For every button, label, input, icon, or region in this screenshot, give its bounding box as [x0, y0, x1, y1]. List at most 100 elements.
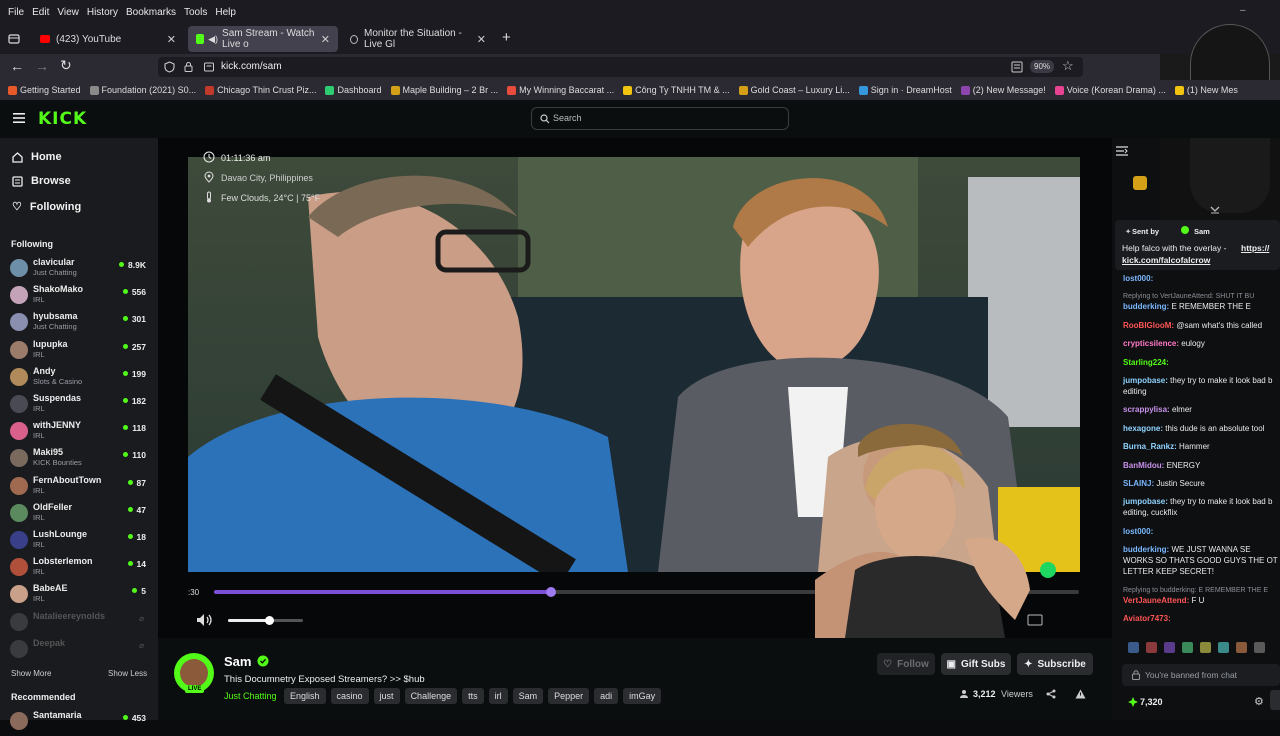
- following-item[interactable]: withJENNY IRL 118: [10, 420, 150, 446]
- channel-points-icon[interactable]: [1128, 697, 1138, 707]
- following-item[interactable]: OldFeller IRL 47: [10, 502, 150, 528]
- chat-username[interactable]: lost000:: [1123, 274, 1153, 283]
- close-tab-icon[interactable]: ✕: [321, 33, 330, 46]
- following-item[interactable]: clavicular Just Chatting 8.9K: [10, 257, 150, 283]
- bookmark-item[interactable]: (2) New Message!: [960, 85, 1046, 95]
- menu-tools[interactable]: Tools: [184, 7, 207, 18]
- following-item[interactable]: LushLounge IRL 18: [10, 529, 150, 555]
- volume-icon[interactable]: [196, 613, 214, 627]
- following-item[interactable]: Suspendas IRL 182: [10, 393, 150, 419]
- share-icon[interactable]: [1046, 689, 1056, 699]
- back-icon[interactable]: ←: [10, 58, 24, 74]
- following-item[interactable]: Andy Slots & Casino 199: [10, 366, 150, 392]
- zoom-level[interactable]: 90%: [1030, 60, 1055, 73]
- nav-browse[interactable]: Browse: [12, 175, 71, 187]
- page-info-icon[interactable]: [204, 62, 214, 72]
- bookmark-item[interactable]: Foundation (2021) S0...: [89, 85, 196, 95]
- search-input[interactable]: Search: [531, 107, 789, 130]
- gear-icon[interactable]: ⚙: [1254, 695, 1264, 708]
- following-item[interactable]: Lobsterlemon IRL 14: [10, 556, 150, 582]
- tag-pill[interactable]: Pepper: [548, 688, 590, 704]
- chat-input[interactable]: You're banned from chat: [1122, 664, 1280, 686]
- reload-icon[interactable]: ↻: [60, 57, 72, 74]
- nav-home[interactable]: Home: [12, 151, 62, 163]
- kick-logo[interactable]: KICK: [38, 109, 87, 129]
- chat-username[interactable]: Aviator7473:: [1123, 614, 1171, 623]
- show-more-button[interactable]: Show More: [11, 669, 51, 678]
- gift-subs-button[interactable]: ▣ Gift Subs: [941, 653, 1011, 675]
- tag-pill[interactable]: just: [373, 688, 400, 704]
- bookmark-item[interactable]: Voice (Korean Drama) ...: [1054, 85, 1166, 95]
- pinned-user[interactable]: Sam: [1194, 227, 1210, 236]
- show-less-button[interactable]: Show Less: [108, 669, 147, 678]
- chat-username[interactable]: budderking:: [1123, 545, 1169, 554]
- following-item[interactable]: FernAboutTown IRL 87: [10, 475, 150, 501]
- following-item[interactable]: lupupka IRL 257: [10, 339, 150, 365]
- new-tab-icon[interactable]: +: [502, 29, 511, 46]
- menu-edit[interactable]: Edit: [32, 7, 49, 18]
- subscribe-button[interactable]: ✦ Subscribe: [1017, 653, 1093, 675]
- url-text[interactable]: kick.com/sam: [221, 61, 282, 72]
- nav-following[interactable]: ♡ Following: [12, 200, 81, 214]
- tab-sam-stream[interactable]: ◀) Sam Stream - Watch Live o ✕: [188, 26, 338, 52]
- tag-pill[interactable]: casino: [330, 688, 369, 704]
- minimize-icon[interactable]: –: [1240, 5, 1246, 16]
- pinned-link[interactable]: kick.com/falcofalcrow: [1122, 255, 1210, 265]
- bookmark-item[interactable]: Chicago Thin Crust Piz...: [205, 85, 316, 95]
- theater-mode-icon[interactable]: [1027, 614, 1043, 626]
- following-item[interactable]: Deepak ⌀: [10, 638, 150, 664]
- chat-username[interactable]: jumpobase:: [1123, 497, 1168, 506]
- chat-username[interactable]: Burna_Rankz:: [1123, 442, 1177, 451]
- close-tab-icon[interactable]: ✕: [167, 33, 176, 46]
- chat-username[interactable]: Starling224:: [1123, 358, 1169, 367]
- close-tab-icon[interactable]: ✕: [477, 33, 486, 46]
- hamburger-menu-icon[interactable]: [13, 113, 25, 123]
- bookmark-star-icon[interactable]: ☆: [1062, 58, 1074, 74]
- chat-username[interactable]: BanMidou:: [1123, 461, 1164, 470]
- tag-pill[interactable]: adi: [594, 688, 619, 704]
- chat-username[interactable]: budderking:: [1123, 302, 1169, 311]
- tab-monitor[interactable]: Monitor the Situation - Live Gl ✕: [342, 26, 494, 52]
- following-item[interactable]: Natalieereynolds ⌀: [10, 611, 150, 637]
- forward-icon[interactable]: →: [35, 58, 49, 74]
- following-item[interactable]: ShakoMako IRL 556: [10, 284, 150, 310]
- bookmark-item[interactable]: Sign in · DreamHost: [858, 85, 952, 95]
- menu-view[interactable]: View: [57, 7, 79, 18]
- volume-slider[interactable]: [228, 616, 303, 625]
- tag-pill[interactable]: imGay: [623, 688, 662, 704]
- menu-bookmarks[interactable]: Bookmarks: [126, 7, 176, 18]
- reader-view-icon[interactable]: [1011, 61, 1023, 73]
- speaker-icon[interactable]: ◀): [208, 34, 218, 45]
- menu-history[interactable]: History: [87, 7, 118, 18]
- following-item[interactable]: Maki95 KICK Bounties 110: [10, 447, 150, 473]
- bookmark-item[interactable]: My Winning Baccarat ...: [507, 85, 614, 95]
- pinned-link[interactable]: https://: [1241, 243, 1269, 253]
- tab-list-icon[interactable]: [8, 33, 20, 45]
- tag-pill[interactable]: Sam: [512, 688, 544, 704]
- following-item[interactable]: hyubsama Just Chatting 301: [10, 311, 150, 337]
- chat-username[interactable]: RooBIGlooM:: [1123, 321, 1174, 330]
- shield-icon[interactable]: [164, 61, 175, 73]
- tag-pill[interactable]: irl: [488, 688, 508, 704]
- chat-username[interactable]: hexagone:: [1123, 424, 1163, 433]
- chat-username[interactable]: crypticsilence:: [1123, 339, 1179, 348]
- tag-pill[interactable]: Challenge: [404, 688, 458, 704]
- url-bar[interactable]: kick.com/sam 90% ☆: [158, 57, 1083, 77]
- tag-pill[interactable]: English: [284, 688, 326, 704]
- bookmark-item[interactable]: Dashboard: [325, 85, 382, 95]
- bookmark-item[interactable]: Gold Coast – Luxury Li...: [738, 85, 850, 95]
- lock-icon[interactable]: [184, 61, 193, 72]
- chat-username[interactable]: lost000:: [1123, 527, 1153, 536]
- recommended-item[interactable]: Santamaria 453: [10, 710, 150, 736]
- bookmark-item[interactable]: Getting Started: [8, 85, 81, 95]
- collapse-chat-icon[interactable]: [1116, 146, 1128, 156]
- bookmark-item[interactable]: Maple Building – 2 Br ...: [390, 85, 498, 95]
- chat-username[interactable]: jumpobase:: [1123, 376, 1168, 385]
- following-item[interactable]: BabeAE IRL 5: [10, 583, 150, 609]
- report-icon[interactable]: [1075, 689, 1086, 699]
- stream-category[interactable]: Just Chatting: [224, 691, 277, 701]
- chat-username[interactable]: SLAINJ:: [1123, 479, 1154, 488]
- chevron-down-icon[interactable]: [1210, 206, 1220, 214]
- chat-username[interactable]: scrappylisa:: [1123, 405, 1170, 414]
- follow-button[interactable]: ♡ Follow: [877, 653, 935, 675]
